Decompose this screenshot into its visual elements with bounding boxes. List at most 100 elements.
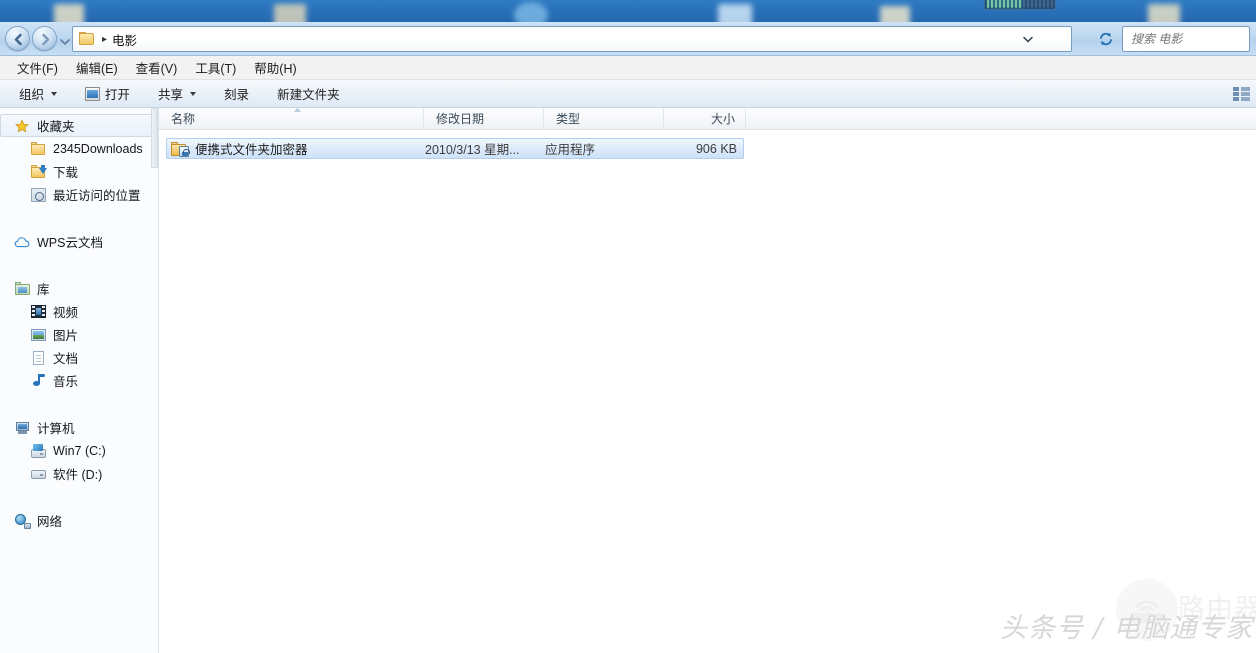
file-name-label: 便携式文件夹加密器	[195, 143, 308, 157]
star-glyph	[15, 119, 29, 132]
column-type-label: 类型	[556, 112, 581, 126]
burn-label: 刻录	[224, 88, 250, 102]
nav-group-wps: WPS云文档	[0, 230, 158, 253]
sidebar-item-favorites[interactable]: 收藏夹	[0, 114, 154, 137]
desktop-icon-blurred	[718, 4, 752, 22]
sidebar-item-downloads[interactable]: 下载	[0, 160, 158, 183]
sidebar-item-label: 下载	[53, 166, 79, 180]
table-row[interactable]: 便携式文件夹加密器 2010/3/13 星期... 应用程序 906 KB	[166, 138, 744, 159]
cloud-icon	[14, 234, 31, 250]
sidebar-item-label: 图片	[53, 329, 79, 343]
window-body: 收藏夹 2345Downloads 下载 最近访问的位置 WPS云文档 库 视频…	[0, 107, 1256, 653]
sidebar-item-label: 音乐	[53, 375, 79, 389]
back-button[interactable]	[5, 26, 30, 51]
file-size-cell: 906 KB	[695, 141, 737, 156]
nav-group-favorites: 收藏夹 2345Downloads 下载 最近访问的位置	[0, 114, 158, 206]
nav-group-libraries: 库 视频 图片 文档 音乐	[0, 277, 158, 392]
nav-group-computer: 计算机 Win7 (C:) 软件 (D:)	[0, 416, 158, 485]
new-folder-label: 新建文件夹	[277, 88, 340, 102]
refresh-icon	[1100, 32, 1112, 46]
cloud-glyph	[14, 236, 30, 247]
share-button[interactable]: 共享	[149, 80, 205, 107]
search-box[interactable]	[1122, 26, 1250, 52]
sidebar-item-label: 软件 (D:)	[53, 468, 103, 482]
file-name-cell[interactable]: 便携式文件夹加密器	[167, 139, 425, 158]
column-type[interactable]: 类型	[544, 108, 664, 129]
file-rows: 便携式文件夹加密器 2010/3/13 星期... 应用程序 906 KB	[159, 138, 1256, 159]
chevron-down-icon	[51, 91, 58, 96]
sidebar-item-videos[interactable]: 视频	[0, 300, 158, 323]
menu-help[interactable]: 帮助(H)	[245, 55, 305, 80]
refresh-button[interactable]	[1094, 26, 1118, 52]
new-folder-button[interactable]: 新建文件夹	[268, 80, 349, 107]
open-label: 打开	[105, 88, 131, 102]
downloads-folder-icon	[30, 164, 47, 180]
organize-label: 组织	[19, 88, 45, 102]
share-label: 共享	[158, 88, 184, 102]
desktop-icon-blurred	[1148, 4, 1180, 22]
sidebar-item-computer[interactable]: 计算机	[0, 416, 158, 439]
sidebar-item-recent-places[interactable]: 最近访问的位置	[0, 183, 158, 206]
sidebar-item-label: 收藏夹	[37, 120, 75, 134]
menu-edit[interactable]: 编辑(E)	[67, 55, 127, 80]
column-date-modified[interactable]: 修改日期	[424, 108, 544, 129]
forward-arrow-icon	[42, 33, 50, 46]
sidebar-item-label: WPS云文档	[37, 236, 103, 250]
router-wifi-icon	[1116, 579, 1178, 641]
file-type-cell: 应用程序	[545, 143, 596, 157]
breadcrumb-separator: ▸	[102, 33, 108, 45]
recent-places-icon	[30, 187, 47, 203]
column-name-label: 名称	[171, 112, 196, 126]
sidebar-item-documents[interactable]: 文档	[0, 346, 158, 369]
history-dropdown-button[interactable]	[60, 35, 70, 46]
organize-button[interactable]: 组织	[10, 80, 66, 107]
sidebar-item-drive-d[interactable]: 软件 (D:)	[0, 462, 158, 485]
document-icon	[30, 350, 47, 366]
folder-icon	[30, 141, 47, 157]
sidebar-item-network[interactable]: 网络	[0, 509, 158, 532]
menu-file[interactable]: 文件(F)	[8, 55, 67, 80]
open-window-icon	[85, 86, 101, 101]
sidebar-item-label: 网络	[37, 515, 63, 529]
column-size[interactable]: 大小	[664, 108, 746, 129]
menu-tools[interactable]: 工具(T)	[186, 55, 245, 80]
forward-button[interactable]	[32, 26, 57, 51]
star-icon	[14, 118, 31, 134]
column-name[interactable]: 名称	[159, 107, 424, 129]
encrypted-folder-icon	[171, 141, 190, 157]
search-input[interactable]	[1131, 32, 1241, 46]
sort-ascending-icon	[294, 107, 301, 112]
sidebar-item-2345downloads[interactable]: 2345Downloads	[0, 137, 158, 160]
nav-group-network: 网络	[0, 509, 158, 532]
back-arrow-icon	[14, 33, 22, 46]
gauge-widget	[984, 0, 1056, 10]
drive-icon	[30, 466, 47, 482]
breadcrumb-current-folder[interactable]: 电影	[112, 30, 137, 49]
view-mode-button[interactable]	[1228, 83, 1254, 105]
sidebar-item-label: 2345Downloads	[53, 141, 143, 156]
address-dropdown-button[interactable]	[1019, 27, 1037, 51]
sidebar-item-label: 最近访问的位置	[53, 189, 141, 203]
breadcrumb-address-field[interactable]: ▸ 电影	[72, 26, 1072, 52]
view-mode-icon	[1232, 86, 1250, 102]
sidebar-item-music[interactable]: 音乐	[0, 369, 158, 392]
sidebar-item-wps-cloud[interactable]: WPS云文档	[0, 230, 158, 253]
open-button[interactable]: 打开	[76, 80, 139, 107]
menu-view[interactable]: 查看(V)	[127, 55, 187, 80]
file-list-pane: 名称 修改日期 类型 大小 便携式文件夹加密器 2010/3/13 星期... …	[159, 107, 1256, 653]
sidebar-item-label: 文档	[53, 352, 79, 366]
music-icon	[30, 373, 47, 389]
toolbar: 组织 打开 共享 刻录 新建文件夹	[0, 80, 1256, 108]
sidebar-scrollbar[interactable]	[151, 108, 158, 168]
sidebar-item-label: Win7 (C:)	[53, 443, 106, 458]
column-size-label: 大小	[710, 112, 735, 126]
explorer-window: ▸ 电影 文件(F) 编辑(E) 查看(V) 工具(T) 帮助(H)	[0, 22, 1256, 653]
burn-button[interactable]: 刻录	[215, 80, 258, 107]
file-date-cell: 2010/3/13 星期...	[425, 143, 520, 157]
sidebar-item-libraries[interactable]: 库	[0, 277, 158, 300]
sidebar-item-pictures[interactable]: 图片	[0, 323, 158, 346]
sidebar-item-drive-c[interactable]: Win7 (C:)	[0, 439, 158, 462]
chevron-down-icon	[190, 91, 197, 96]
desktop-icon-blurred	[54, 4, 84, 22]
watermark: 路由器 头条号 / 电脑通专家	[1000, 575, 1256, 649]
